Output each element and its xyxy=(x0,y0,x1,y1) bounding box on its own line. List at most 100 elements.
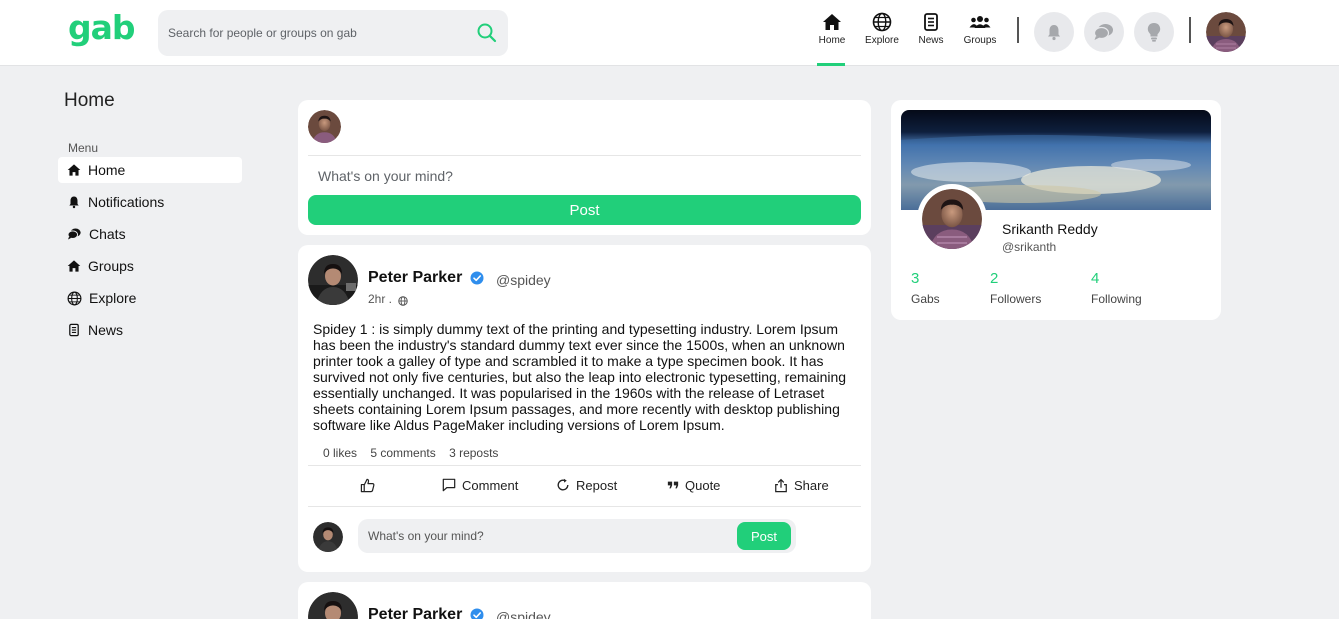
sidebar-item-label: Home xyxy=(88,162,126,178)
news-icon xyxy=(69,323,79,337)
share-button[interactable]: Share xyxy=(774,475,829,495)
topnav-groups[interactable]: Groups xyxy=(952,10,1008,66)
chat-icon xyxy=(1093,24,1113,40)
comment-icon xyxy=(442,478,456,492)
search-input[interactable] xyxy=(168,23,458,43)
sidebar-item-news[interactable]: News xyxy=(58,317,242,343)
reposts-count[interactable]: 3 reposts xyxy=(449,446,498,460)
topnav-explore[interactable]: Explore xyxy=(854,10,910,66)
profile-name[interactable]: Srikanth Reddy xyxy=(1002,221,1098,237)
topnav-news[interactable]: News xyxy=(903,10,959,66)
composer-avatar xyxy=(308,110,341,143)
post-author-name[interactable]: Peter Parker xyxy=(368,269,462,287)
sidebar-item-label: Groups xyxy=(88,258,134,274)
news-icon xyxy=(924,13,938,31)
post-card: Peter Parker @spidey xyxy=(298,582,871,619)
stat-following[interactable]: 4 Following xyxy=(1091,270,1142,306)
repost-icon xyxy=(557,478,569,491)
home-icon xyxy=(823,14,841,30)
verified-badge-icon xyxy=(470,271,484,290)
post-author-name[interactable]: Peter Parker xyxy=(368,606,462,619)
post-button[interactable]: Post xyxy=(308,195,861,225)
topnav-explore-label: Explore xyxy=(865,35,899,46)
search-icon[interactable] xyxy=(476,22,498,44)
post-author-handle[interactable]: @spidey xyxy=(496,609,551,619)
post-stats: 0 likes 5 comments 3 reposts xyxy=(323,446,508,460)
sidebar-item-notifications[interactable]: Notifications xyxy=(58,189,242,215)
topnav-news-label: News xyxy=(918,35,944,46)
stat-gabs[interactable]: 3 Gabs xyxy=(911,270,940,306)
post-divider xyxy=(308,465,861,466)
header-divider xyxy=(1017,17,1019,43)
gab-logo[interactable]: gab xyxy=(68,8,136,47)
stat-label: Followers xyxy=(990,292,1042,306)
thumbs-up-icon xyxy=(360,478,375,492)
sidebar-item-home[interactable]: Home xyxy=(58,157,242,183)
like-button[interactable] xyxy=(360,475,381,495)
ideas-button[interactable] xyxy=(1134,12,1174,52)
verified-badge-icon xyxy=(470,608,484,619)
comment-button[interactable]: Comment xyxy=(442,475,518,495)
post-timestamp: 2hr . xyxy=(368,292,393,306)
post-author-avatar[interactable] xyxy=(308,592,358,619)
home-icon xyxy=(67,260,81,272)
topnav-home[interactable]: Home xyxy=(804,10,860,66)
home-icon xyxy=(67,164,81,176)
chats-button[interactable] xyxy=(1084,12,1124,52)
sidebar-item-groups[interactable]: Groups xyxy=(58,253,242,279)
share-label: Share xyxy=(794,477,829,493)
composer-card: Post xyxy=(298,100,871,235)
reply-input[interactable] xyxy=(368,528,728,544)
header-divider xyxy=(1189,17,1191,43)
post-divider xyxy=(308,506,861,507)
profile-card: Srikanth Reddy @srikanth 3 Gabs 2 Follow… xyxy=(891,100,1221,320)
post-card: Peter Parker @spidey 2hr . Spidey 1 : is… xyxy=(298,245,871,572)
post-body: Spidey 1 : is simply dummy text of the p… xyxy=(313,321,847,433)
stat-value: 2 xyxy=(990,270,999,287)
groups-icon xyxy=(969,16,991,28)
reply-avatar xyxy=(313,522,343,552)
reply-box: Post xyxy=(358,519,796,553)
sidebar-item-label: Chats xyxy=(89,226,126,242)
lightbulb-icon xyxy=(1147,23,1161,42)
sidebar-item-label: Notifications xyxy=(88,194,165,210)
post-author-handle[interactable]: @spidey xyxy=(496,272,551,288)
comments-count[interactable]: 5 comments xyxy=(370,446,435,460)
quote-icon xyxy=(667,481,679,489)
stat-label: Gabs xyxy=(911,292,940,306)
top-header: gab Home Explore News Groups xyxy=(0,0,1339,66)
globe-icon xyxy=(67,291,82,305)
comment-label: Comment xyxy=(462,477,519,493)
composer-input[interactable] xyxy=(318,166,838,186)
page-title: Home xyxy=(64,90,115,111)
bell-icon xyxy=(69,196,79,209)
sidebar-item-label: News xyxy=(88,322,124,338)
user-avatar[interactable] xyxy=(1206,12,1246,52)
post-author-avatar[interactable] xyxy=(308,255,358,305)
topnav-home-label: Home xyxy=(818,35,846,46)
quote-button[interactable]: Quote xyxy=(667,475,720,495)
stat-value: 4 xyxy=(1091,270,1100,287)
share-icon xyxy=(775,478,787,492)
composer-divider xyxy=(308,155,861,156)
globe-icon xyxy=(398,293,408,311)
stat-label: Following xyxy=(1091,292,1142,306)
profile-avatar[interactable] xyxy=(922,189,982,249)
repost-label: Repost xyxy=(576,477,618,493)
sidebar-item-label: Explore xyxy=(89,290,137,306)
bell-icon xyxy=(1048,25,1060,41)
sidebar-item-chats[interactable]: Chats xyxy=(58,221,242,247)
globe-icon xyxy=(872,12,892,32)
quote-label: Quote xyxy=(685,477,721,493)
likes-count[interactable]: 0 likes xyxy=(323,446,357,460)
profile-avatar-ring xyxy=(917,184,987,254)
stat-followers[interactable]: 2 Followers xyxy=(990,270,1041,306)
stat-value: 3 xyxy=(911,270,920,287)
notifications-button[interactable] xyxy=(1034,12,1074,52)
sidebar-item-explore[interactable]: Explore xyxy=(58,285,242,311)
repost-button[interactable]: Repost xyxy=(556,475,617,495)
chat-icon xyxy=(67,228,81,240)
topnav-groups-label: Groups xyxy=(963,35,997,46)
reply-post-button[interactable]: Post xyxy=(737,522,791,550)
menu-label: Menu xyxy=(68,141,99,155)
